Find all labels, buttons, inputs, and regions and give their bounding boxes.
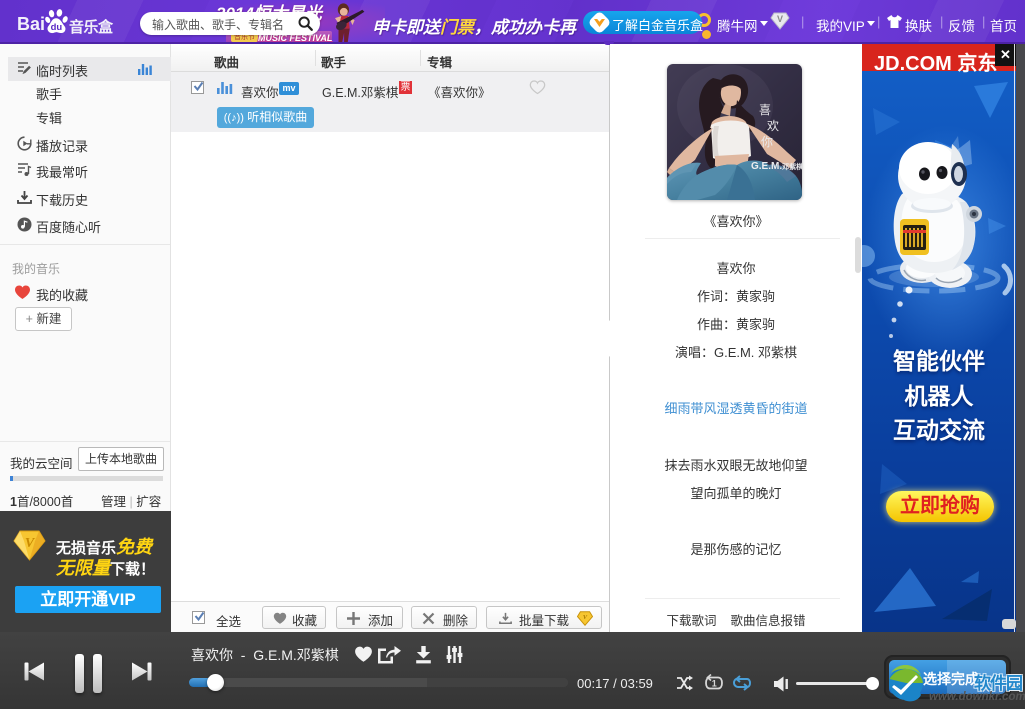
- svg-text:欢: 欢: [767, 118, 779, 133]
- svg-text:1: 1: [712, 679, 717, 689]
- svg-text:V: V: [777, 14, 783, 24]
- svg-text:喜: 喜: [759, 103, 771, 117]
- svg-text:你: 你: [761, 135, 773, 149]
- svg-text:du: du: [51, 22, 63, 33]
